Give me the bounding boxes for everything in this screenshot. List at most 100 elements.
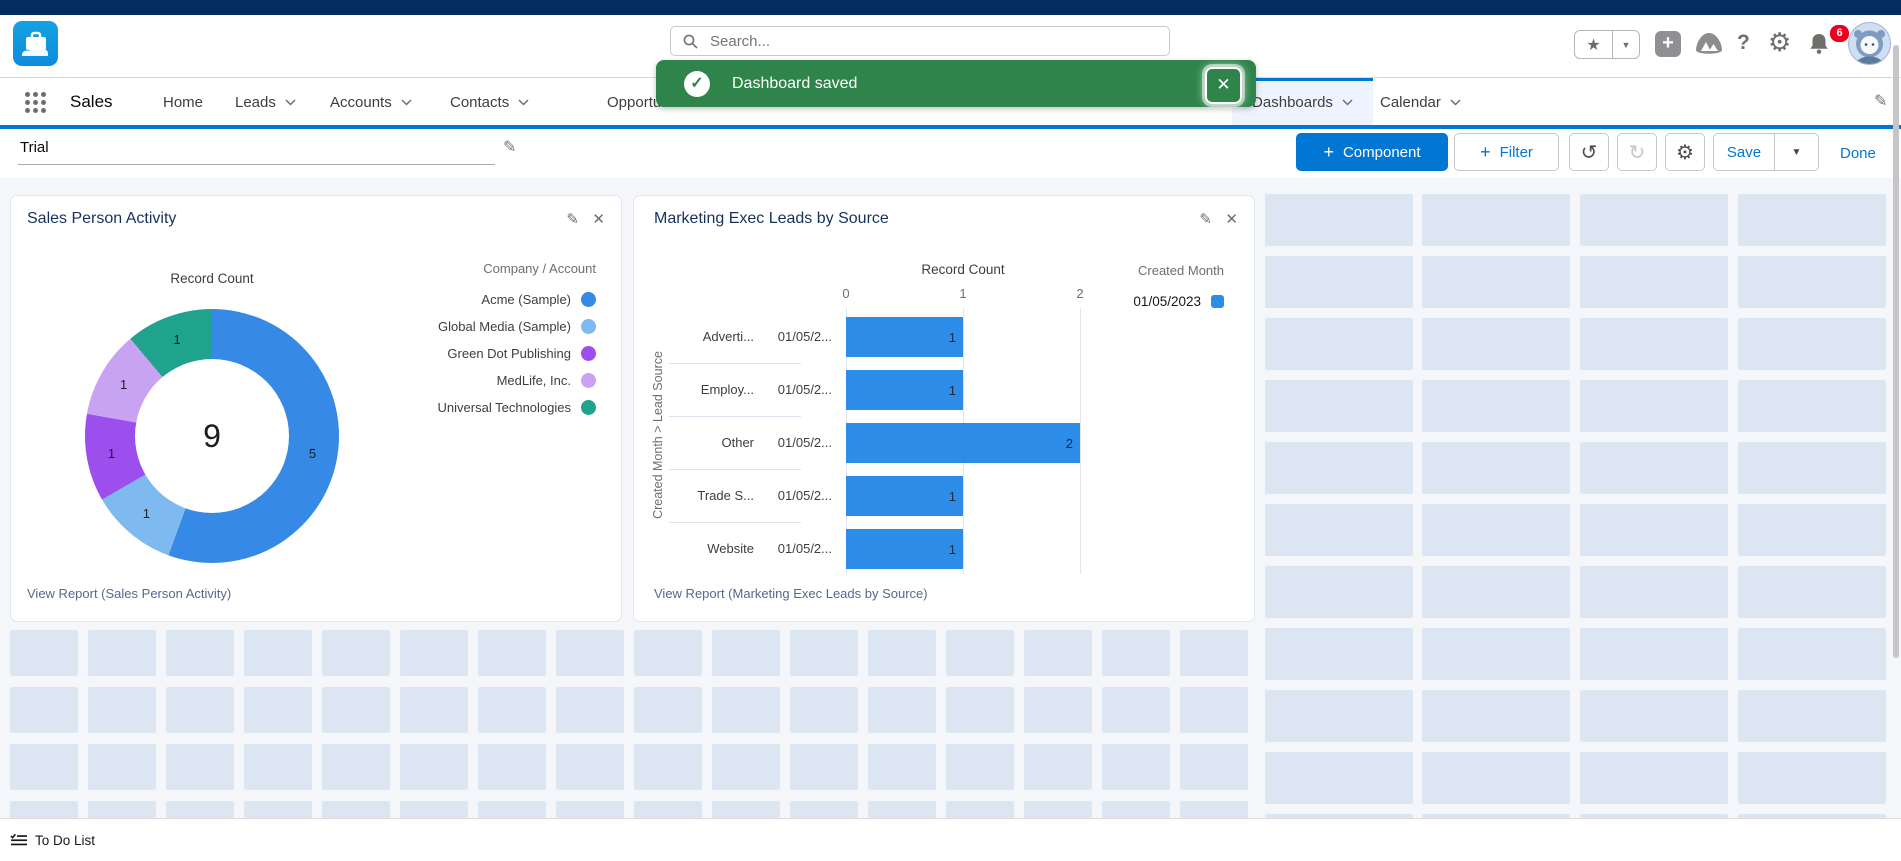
save-button[interactable]: Save (1714, 134, 1775, 170)
grid-placeholder-cell (1580, 380, 1728, 432)
grid-placeholder-cell (322, 630, 390, 676)
toast-message: Dashboard saved (732, 75, 857, 93)
edit-title-pencil-icon[interactable]: ✎ (503, 137, 516, 157)
grid-placeholder-cell (634, 744, 702, 790)
favorites-button[interactable]: ★ ▼ (1574, 30, 1640, 59)
grid-placeholder-cell (634, 630, 702, 676)
bar[interactable]: 1 (846, 529, 963, 569)
legend-color-dot (581, 292, 596, 307)
chevron-down-icon[interactable]: ▼ (1613, 31, 1639, 58)
tab-home[interactable]: Home (163, 78, 203, 126)
trailhead-icon[interactable] (1693, 29, 1725, 66)
grid-placeholder-cell (1422, 256, 1570, 308)
grid-placeholder-cell (478, 687, 546, 733)
grid-placeholder-cell (400, 744, 468, 790)
done-button[interactable]: Done (1840, 129, 1876, 177)
user-avatar[interactable] (1848, 22, 1891, 65)
add-filter-button[interactable]: + Filter (1454, 133, 1559, 171)
row-separator (669, 363, 801, 364)
grid-placeholder-cell (244, 687, 312, 733)
vertical-scrollbar[interactable] (1893, 45, 1899, 658)
grid-placeholder-cell (946, 801, 1014, 818)
grid-placeholder-cell (1738, 566, 1886, 618)
grid-placeholder-cell (1738, 752, 1886, 804)
edit-widget-pencil-icon[interactable]: ✎ (566, 210, 579, 228)
dashboard-title-input[interactable]: Trial (20, 139, 49, 156)
legend-item[interactable]: MedLife, Inc. (438, 367, 596, 394)
redo-button[interactable]: ↻ (1617, 133, 1657, 171)
bar-value-label: 1 (949, 542, 956, 557)
app-name[interactable]: Sales (70, 78, 113, 126)
salesforce-logo[interactable] (13, 21, 58, 66)
category-source-label: Website (634, 541, 754, 556)
app-launcher-waffle-icon[interactable] (25, 92, 46, 113)
bar-chart-title: Record Count (863, 262, 1063, 277)
grid-placeholder-cell (712, 801, 780, 818)
grid-placeholder-cell (1738, 628, 1886, 680)
tab-leads[interactable]: Leads (235, 78, 296, 126)
tab-label: Accounts (330, 94, 392, 111)
undo-button[interactable]: ↺ (1569, 133, 1609, 171)
grid-placeholder-cell (1102, 801, 1170, 818)
bar[interactable]: 2 (846, 423, 1080, 463)
legend-item[interactable]: Global Media (Sample) (438, 313, 596, 340)
grid-placeholder-cell (1265, 318, 1413, 370)
help-icon[interactable]: ? (1737, 31, 1750, 55)
grid-placeholder-cell (1024, 687, 1092, 733)
grid-placeholder-cell (1180, 801, 1248, 818)
legend-item[interactable]: Green Dot Publishing (438, 340, 596, 367)
remove-widget-icon[interactable]: ✕ (592, 210, 605, 228)
bar[interactable]: 1 (846, 370, 963, 410)
bar[interactable]: 1 (846, 476, 963, 516)
add-component-button[interactable]: + Component (1296, 133, 1448, 171)
tab-calendar[interactable]: Calendar (1380, 78, 1461, 126)
grid-placeholder-cell (1265, 504, 1413, 556)
legend-item-label: Green Dot Publishing (447, 346, 571, 361)
view-report-link[interactable]: View Report (Sales Person Activity) (27, 586, 231, 601)
edit-widget-pencil-icon[interactable]: ✎ (1199, 210, 1212, 228)
dashboard-properties-button[interactable]: ⚙ (1665, 133, 1705, 171)
toast-close-button[interactable]: ✕ (1205, 67, 1242, 104)
briefcase-cloud-icon (20, 29, 52, 59)
category-month-label: 01/05/2... (768, 329, 832, 344)
legend-item[interactable]: 01/05/2023 (1133, 288, 1224, 315)
grid-placeholder-cell (868, 744, 936, 790)
plus-icon: + (1480, 142, 1491, 163)
legend-item[interactable]: Acme (Sample) (438, 286, 596, 313)
grid-placeholder-cell (88, 744, 156, 790)
setup-gear-icon[interactable]: ⚙ (1768, 27, 1791, 58)
chevron-down-icon (285, 99, 296, 106)
grid-placeholder-cell (10, 687, 78, 733)
grid-placeholder-cell (1024, 801, 1092, 818)
grid-placeholder-cell (556, 744, 624, 790)
grid-placeholder-cell (1422, 690, 1570, 742)
widget-marketing-exec-leads-by-source[interactable]: Marketing Exec Leads by Source ✎ ✕ Recor… (633, 195, 1255, 622)
save-menu-button[interactable]: ▼ (1775, 134, 1818, 170)
add-component-label: Component (1343, 144, 1421, 161)
bar-value-label: 1 (949, 383, 956, 398)
donut-total-value: 9 (85, 309, 339, 563)
grid-placeholder-cell (10, 801, 78, 818)
grid-placeholder-cell (712, 687, 780, 733)
star-icon[interactable]: ★ (1575, 31, 1613, 58)
dashboard-canvas: Sales Person Activity ✎ ✕ Record Count C… (0, 178, 1901, 818)
grid-placeholder-cell (88, 630, 156, 676)
legend-item[interactable]: Universal Technologies (438, 394, 596, 421)
widget-sales-person-activity[interactable]: Sales Person Activity ✎ ✕ Record Count C… (10, 195, 622, 622)
grid-placeholder-cell (400, 687, 468, 733)
x-axis-tick: 2 (1068, 286, 1092, 301)
grid-placeholder-cell (166, 687, 234, 733)
legend-color-dot (581, 319, 596, 334)
nav-edit-pencil-icon[interactable]: ✎ (1874, 91, 1887, 111)
todo-list-button[interactable]: To Do List (10, 819, 95, 861)
view-report-link[interactable]: View Report (Marketing Exec Leads by Sou… (654, 586, 928, 601)
search-input[interactable] (708, 32, 1169, 51)
remove-widget-icon[interactable]: ✕ (1225, 210, 1238, 228)
tab-accounts[interactable]: Accounts (330, 78, 412, 126)
tab-contacts[interactable]: Contacts (450, 78, 529, 126)
grid-placeholder-cell (1738, 690, 1886, 742)
global-search[interactable] (670, 26, 1170, 56)
global-actions-button[interactable]: + (1655, 31, 1681, 57)
bar[interactable]: 1 (846, 317, 963, 357)
grid-placeholder-cell (556, 630, 624, 676)
